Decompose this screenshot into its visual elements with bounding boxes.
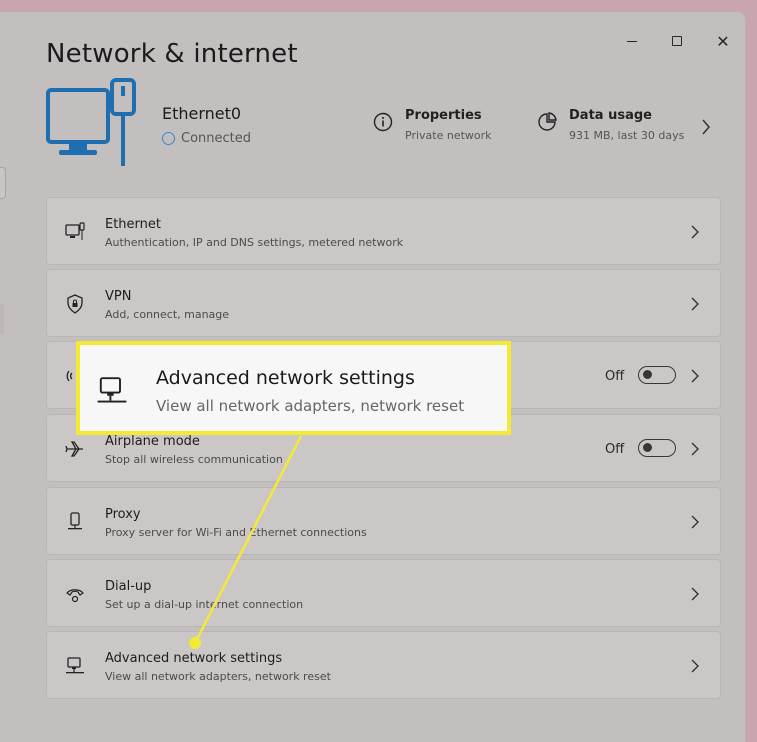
data-usage-subtitle: 931 MB, last 30 days: [569, 129, 685, 142]
data-usage-title: Data usage: [569, 108, 652, 123]
toggle-knob: [643, 443, 652, 452]
sidebar-selection-edge: [0, 304, 4, 334]
info-icon: [373, 112, 393, 132]
shield-icon: [67, 294, 83, 314]
vpn-subtitle: Add, connect, manage: [105, 308, 230, 321]
vpn-title: VPN: [105, 289, 132, 304]
hotspot-toggle-label: Off: [605, 369, 625, 384]
callout-subtitle: View all network adapters, network reset: [156, 397, 465, 415]
chevron-right-icon: [691, 369, 699, 383]
connection-status: Connected: [162, 131, 251, 146]
toggle-knob: [643, 370, 652, 379]
airplane-toggle-label: Off: [605, 442, 625, 457]
callout-title: Advanced network settings: [156, 367, 415, 389]
settings-item-ethernet[interactable]: Ethernet Authentication, IP and DNS sett…: [46, 197, 721, 265]
connection-status-text: Connected: [181, 131, 252, 146]
chevron-right-icon: [691, 442, 699, 456]
chevron-right-icon: [691, 297, 699, 311]
advanced-subtitle: View all network adapters, network reset: [105, 670, 331, 683]
maximize-icon: [672, 36, 682, 46]
page-title: Network & internet: [46, 39, 298, 69]
airplane-toggle[interactable]: [638, 439, 676, 457]
proxy-icon: [68, 512, 82, 530]
properties-link[interactable]: Properties Private network: [373, 108, 492, 142]
airplane-icon: [65, 441, 83, 457]
ethernet-icon: [65, 222, 85, 240]
proxy-subtitle: Proxy server for Wi-Fi and Ethernet conn…: [105, 526, 367, 539]
close-icon: ✕: [716, 31, 730, 51]
pie-chart-icon: [538, 112, 557, 131]
dialup-subtitle: Set up a dial-up internet connection: [105, 598, 304, 611]
ethernet-title: Ethernet: [105, 217, 161, 232]
advanced-title: Advanced network settings: [105, 651, 283, 666]
hotspot-toggle[interactable]: [638, 366, 676, 384]
ethernet-subtitle: Authentication, IP and DNS settings, met…: [105, 236, 404, 249]
callout-advanced-network: Advanced network settings View all netwo…: [76, 341, 511, 435]
dialup-icon: [66, 589, 84, 603]
network-adapter-icon: [97, 377, 127, 403]
maximize-button[interactable]: [657, 26, 697, 56]
adapter-name: Ethernet0: [162, 104, 242, 123]
settings-item-vpn[interactable]: VPN Add, connect, manage: [46, 269, 721, 337]
chevron-right-icon: [691, 587, 699, 601]
dialup-title: Dial-up: [105, 579, 152, 594]
minimize-button[interactable]: [612, 26, 652, 56]
chevron-right-icon[interactable]: [700, 118, 712, 136]
globe-icon: [162, 132, 175, 145]
sidebar-edge: [0, 167, 6, 199]
proxy-title: Proxy: [105, 507, 141, 522]
properties-title: Properties: [405, 108, 482, 123]
data-usage-link[interactable]: Data usage 931 MB, last 30 days: [537, 108, 684, 142]
airplane-title: Airplane mode: [105, 434, 200, 449]
minimize-icon: [627, 40, 637, 42]
airplane-subtitle: Stop all wireless communication: [105, 453, 283, 466]
settings-item-advanced-network[interactable]: Advanced network settings View all netwo…: [46, 631, 721, 699]
ethernet-monitor-icon: [46, 78, 136, 166]
network-adapter-icon: [66, 657, 84, 674]
settings-item-proxy[interactable]: Proxy Proxy server for Wi-Fi and Etherne…: [46, 487, 721, 555]
chevron-right-icon: [691, 225, 699, 239]
close-button[interactable]: ✕: [703, 26, 743, 56]
chevron-right-icon: [691, 515, 699, 529]
chevron-right-icon: [691, 659, 699, 673]
settings-item-dial-up[interactable]: Dial-up Set up a dial-up internet connec…: [46, 559, 721, 627]
properties-subtitle: Private network: [405, 129, 492, 142]
